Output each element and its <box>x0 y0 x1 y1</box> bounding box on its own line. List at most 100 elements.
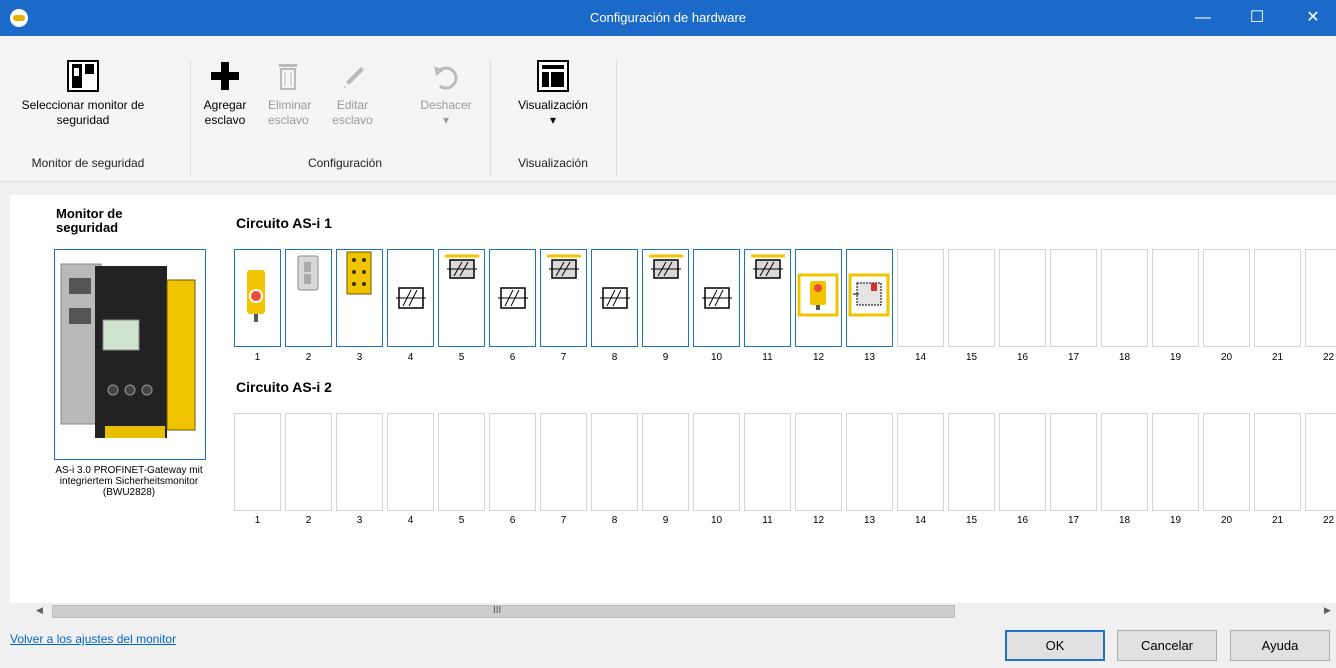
pencil-icon <box>337 60 369 92</box>
slot-number: 3 <box>356 352 363 363</box>
select-monitor-button[interactable]: Seleccionar monitor de seguridad <box>8 60 158 128</box>
circuit-2-slot[interactable] <box>591 413 638 511</box>
ribbon: Seleccionar monitor de seguridad Monitor… <box>0 36 1336 182</box>
scroll-left-button[interactable]: ◀ <box>36 605 43 616</box>
delete-slave-button[interactable]: Eliminar esclavo <box>268 60 311 128</box>
circuit-1-slot[interactable] <box>285 249 332 347</box>
circuit-2-slot[interactable] <box>1152 413 1199 511</box>
circuit-2-slot[interactable] <box>1101 413 1148 511</box>
undo-dropdown-icon[interactable]: ▾ <box>414 113 478 128</box>
circuit-1-slot[interactable] <box>591 249 638 347</box>
circuit-1-slot[interactable] <box>540 249 587 347</box>
monitor-card[interactable] <box>54 249 206 460</box>
circuit-2-slot[interactable] <box>387 413 434 511</box>
circuit-2-slot[interactable] <box>948 413 995 511</box>
circuit-2-slot[interactable] <box>999 413 1046 511</box>
circuit-1-slot[interactable] <box>1254 249 1301 347</box>
maximize-button[interactable]: ☐ <box>1234 0 1280 36</box>
add-slave-button[interactable]: Agregar esclavo <box>200 60 250 128</box>
slot-number: 18 <box>1118 352 1131 363</box>
circuit-2-slot[interactable] <box>1050 413 1097 511</box>
slot-number: 10 <box>710 352 723 363</box>
slot-number: 17 <box>1067 515 1080 526</box>
help-button[interactable]: Ayuda <box>1230 630 1330 661</box>
circuit-2-slot[interactable] <box>1254 413 1301 511</box>
circuit-2-slot[interactable] <box>489 413 536 511</box>
slot-number: 17 <box>1067 352 1080 363</box>
group-label-config: Configuración <box>307 156 383 170</box>
circuit-2-slot[interactable] <box>336 413 383 511</box>
slot-number: 22 <box>1322 352 1335 363</box>
circuit-2-slot[interactable] <box>234 413 281 511</box>
slot-number: 11 <box>762 515 773 526</box>
edit-slave-button[interactable]: Editar esclavo <box>330 60 375 128</box>
scroll-right-button[interactable]: ▶ <box>1324 605 1331 616</box>
minimize-button[interactable]: — <box>1180 0 1226 36</box>
view-dropdown-icon[interactable]: ▾ <box>508 113 598 128</box>
circuit-2-slot[interactable] <box>897 413 944 511</box>
circuit-1-slot[interactable] <box>846 249 893 347</box>
circuit-1-slot[interactable] <box>948 249 995 347</box>
monitor-device-image <box>60 263 196 438</box>
slot-number: 12 <box>812 515 825 526</box>
circuit-1-slot[interactable] <box>1101 249 1148 347</box>
circuit-1-slot[interactable] <box>795 249 842 347</box>
circuit-2-slot[interactable] <box>846 413 893 511</box>
circuit-2-slot[interactable] <box>744 413 791 511</box>
scroll-thumb[interactable]: III <box>52 605 955 618</box>
select-monitor-label: Seleccionar monitor de seguridad <box>21 98 145 127</box>
undo-button[interactable]: Deshacer ▾ <box>414 60 478 128</box>
slot-number: 5 <box>458 515 465 526</box>
slot-number: 20 <box>1220 515 1233 526</box>
slot-number: 2 <box>305 352 312 363</box>
circuit-2-slot[interactable] <box>795 413 842 511</box>
slot-number: 16 <box>1016 515 1029 526</box>
circuit-2-slot[interactable] <box>285 413 332 511</box>
circuit-1-slot[interactable] <box>693 249 740 347</box>
circuit-2-slot[interactable] <box>540 413 587 511</box>
undo-label: Deshacer <box>420 98 472 112</box>
slot-number: 4 <box>407 515 414 526</box>
circuit-1-slot[interactable] <box>1305 249 1336 347</box>
circuit-1-slot[interactable] <box>234 249 281 347</box>
slot-number: 18 <box>1118 515 1131 526</box>
circuit-1-slot[interactable] <box>642 249 689 347</box>
slot-number: 1 <box>254 515 261 526</box>
slot-number: 5 <box>458 352 465 363</box>
slot-number: 13 <box>863 515 876 526</box>
cancel-button[interactable]: Cancelar <box>1117 630 1217 661</box>
circuit-1-slot[interactable] <box>1152 249 1199 347</box>
view-button[interactable]: Visualización ▾ <box>508 60 598 128</box>
circuit-2-title: Circuito AS-i 2 <box>236 379 332 395</box>
circuit-1-slot[interactable] <box>336 249 383 347</box>
circuit-2-slot[interactable] <box>1203 413 1250 511</box>
circuit-1-slot[interactable] <box>387 249 434 347</box>
circuit-1-slot[interactable] <box>438 249 485 347</box>
slot-number: 16 <box>1016 352 1029 363</box>
slot-number: 21 <box>1271 352 1284 363</box>
slot-number: 14 <box>914 352 927 363</box>
ok-button[interactable]: OK <box>1005 630 1105 661</box>
slot-number: 21 <box>1271 515 1284 526</box>
circuit-1-slot[interactable] <box>1050 249 1097 347</box>
circuit-1-slot[interactable] <box>489 249 536 347</box>
slot-number: 22 <box>1322 515 1335 526</box>
circuit-1-slot[interactable] <box>1203 249 1250 347</box>
circuit-2-slot[interactable] <box>1305 413 1336 511</box>
horizontal-scrollbar[interactable]: ◀ III ▶ <box>10 603 1336 620</box>
circuit-2-slot[interactable] <box>693 413 740 511</box>
edit-slave-label: Editar esclavo <box>332 98 373 127</box>
circuit-1-title: Circuito AS-i 1 <box>236 215 332 231</box>
window-title: Configuración de hardware <box>589 10 747 25</box>
back-to-monitor-link[interactable]: Volver a los ajustes del monitor <box>10 632 176 646</box>
circuit-1-slot[interactable] <box>744 249 791 347</box>
circuit-2-slot[interactable] <box>438 413 485 511</box>
circuit-1-slot[interactable] <box>897 249 944 347</box>
slot-number: 7 <box>560 515 567 526</box>
monitor-select-icon <box>67 60 99 92</box>
circuit-1-slot[interactable] <box>999 249 1046 347</box>
add-slave-label: Agregar esclavo <box>203 98 247 127</box>
ribbon-separator <box>490 60 491 176</box>
close-button[interactable]: ✕ <box>1290 0 1336 36</box>
circuit-2-slot[interactable] <box>642 413 689 511</box>
